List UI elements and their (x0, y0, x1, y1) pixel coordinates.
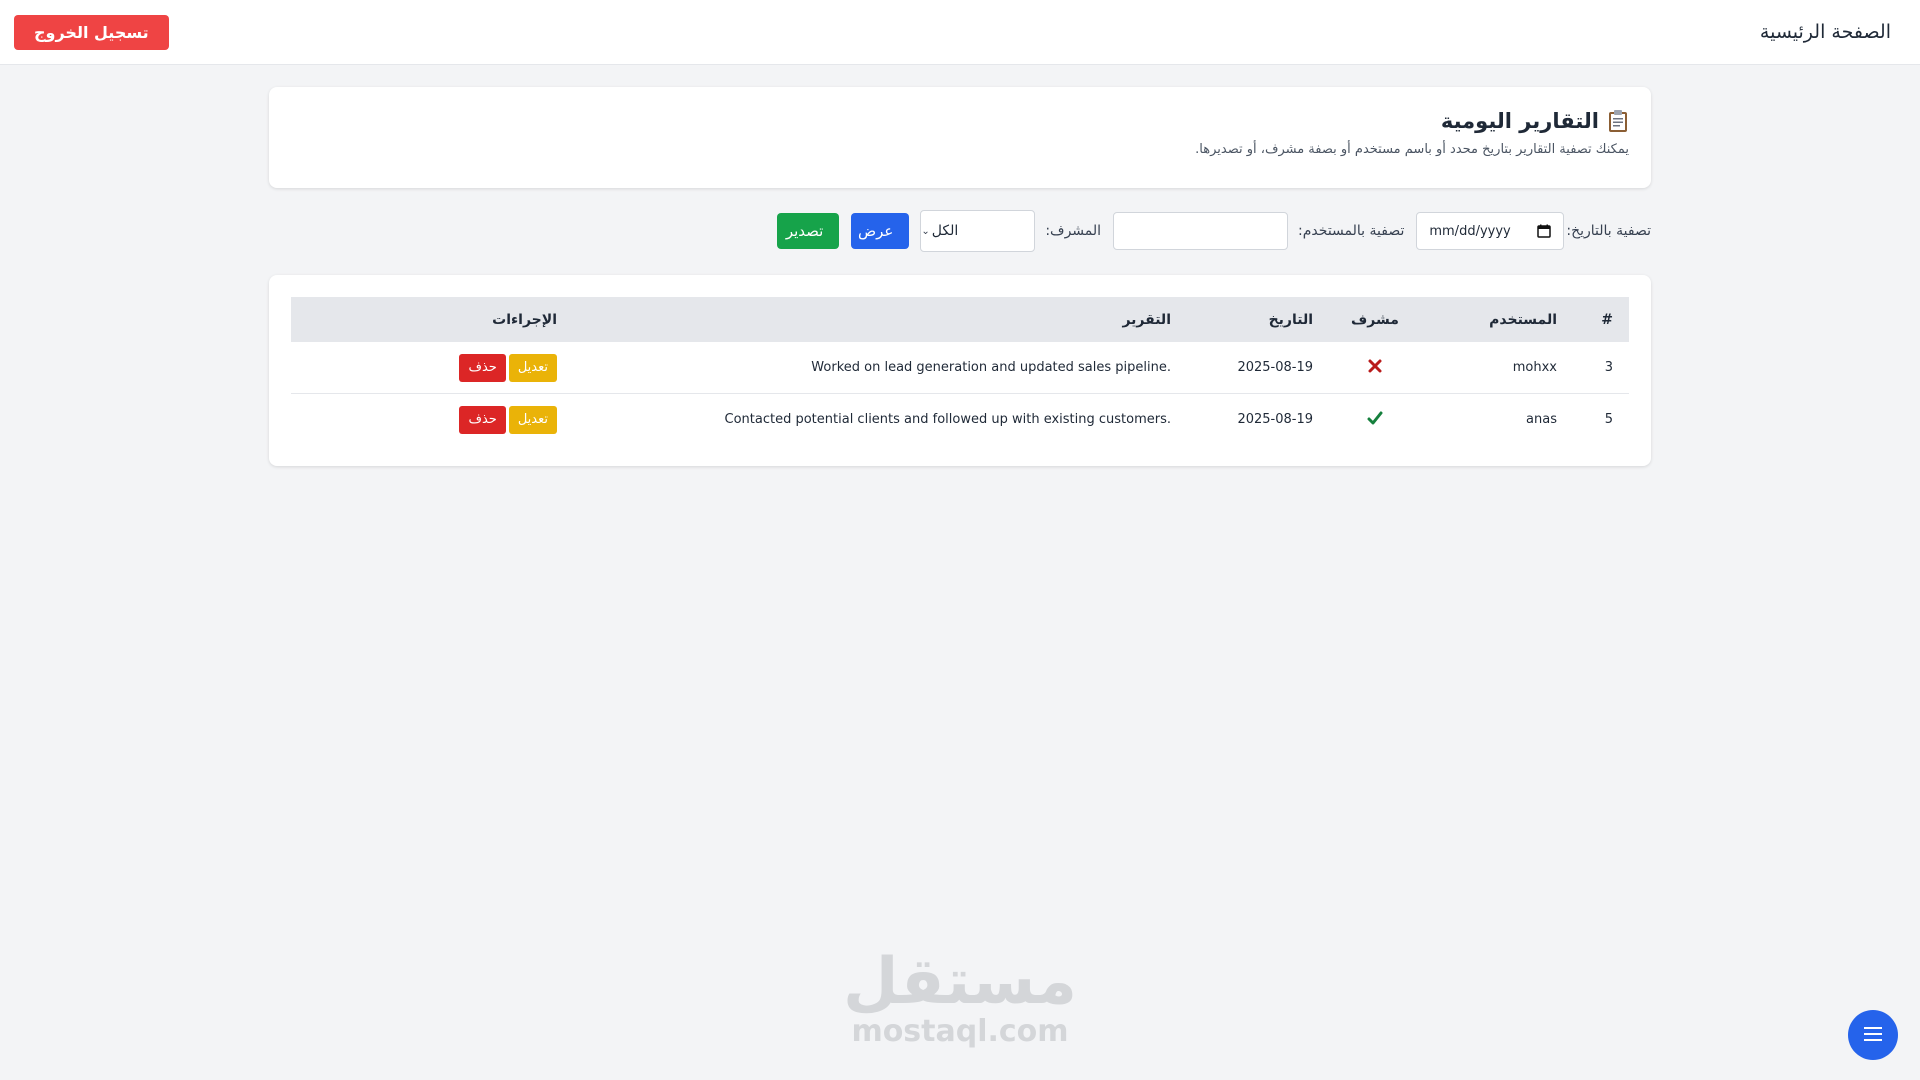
edit-button[interactable]: تعديل (508, 405, 557, 434)
cell-report: Worked on lead generation and updated sa… (573, 342, 1187, 394)
header-actions: الإجراءات (492, 311, 557, 328)
top-navbar: الصفحة الرئيسية تسجيل الخروج (0, 0, 1920, 65)
cell-date: 2025-08-19 (1187, 342, 1329, 394)
user-filter-input[interactable] (1113, 212, 1289, 250)
date-filter-input[interactable]: mm/dd/yyyy (1416, 212, 1565, 250)
date-filter-label: تصفية بالتاريخ: (1566, 223, 1651, 239)
header-user: المستخدم (1489, 311, 1557, 328)
page-description: يمكنك تصفية التقارير بتاريخ محدد أو باسم… (1195, 142, 1629, 157)
date-placeholder: mm/dd/yyyy (1429, 223, 1511, 239)
edit-button[interactable]: تعديل (508, 353, 557, 382)
menu-icon (1864, 1026, 1882, 1044)
check-icon (1367, 410, 1383, 426)
table-row: 5 anas 2025-08-19 Contacted potential cl… (291, 394, 1629, 446)
cell-supervisor (1329, 394, 1421, 446)
watermark-latin: mostaql.com (851, 1014, 1069, 1049)
cross-icon (1367, 358, 1383, 374)
cell-user: mohxx (1421, 342, 1573, 394)
user-filter-label: تصفية بالمستخدم: (1298, 223, 1405, 239)
view-button[interactable]: عرض (851, 213, 910, 249)
cell-actions: تعديل حذف (291, 342, 573, 394)
chevron-down-icon: ⌄ (921, 225, 930, 237)
clipboard-icon (1607, 109, 1629, 133)
table-row: 3 mohxx 2025-08-19 Worked on lead genera… (291, 342, 1629, 394)
page-header-card: التقارير اليومية يمكنك تصفية التقارير بت… (269, 87, 1651, 188)
page-title: التقارير اليومية (291, 109, 1629, 133)
reports-table-card: # المستخدم مشرف التاريخ التقرير الإجراءا… (269, 275, 1651, 466)
supervisor-filter-label: المشرف: (1045, 223, 1102, 239)
watermark-arabic: مستقل (842, 945, 1078, 1019)
header-date: التاريخ (1268, 311, 1313, 328)
cell-supervisor (1329, 342, 1421, 394)
watermark: مستقل mostaql.com (842, 950, 1078, 1050)
header-report: التقرير (1122, 311, 1171, 328)
export-button[interactable]: تصدير (777, 213, 840, 249)
page-title-text: التقارير اليومية (1440, 109, 1599, 133)
header-num: # (1601, 311, 1613, 328)
cell-user: anas (1526, 412, 1557, 427)
cell-num: 5 (1604, 412, 1613, 427)
menu-fab-button[interactable] (1848, 1010, 1898, 1060)
home-link[interactable]: الصفحة الرئيسية (1760, 21, 1891, 43)
cell-num: 3 (1573, 342, 1629, 394)
logout-button[interactable]: تسجيل الخروج (14, 14, 169, 50)
reports-table: # المستخدم مشرف التاريخ التقرير الإجراءا… (291, 297, 1629, 445)
delete-button[interactable]: حذف (459, 353, 506, 382)
supervisor-selected-value: الكل (931, 223, 959, 239)
header-supervisor: مشرف (1351, 311, 1399, 328)
cell-date: 2025-08-19 (1237, 412, 1313, 427)
delete-button[interactable]: حذف (459, 405, 506, 434)
table-header-row: # المستخدم مشرف التاريخ التقرير الإجراءا… (291, 297, 1629, 342)
calendar-icon[interactable] (1537, 224, 1552, 238)
supervisor-select[interactable]: الكل ⌄ (920, 210, 1036, 252)
cell-actions: تعديل حذف (291, 394, 573, 446)
filter-bar: تصفية بالتاريخ: mm/dd/yyyy تصفية بالمستخ… (777, 210, 1651, 252)
cell-report: Contacted potential clients and followed… (724, 412, 1171, 427)
